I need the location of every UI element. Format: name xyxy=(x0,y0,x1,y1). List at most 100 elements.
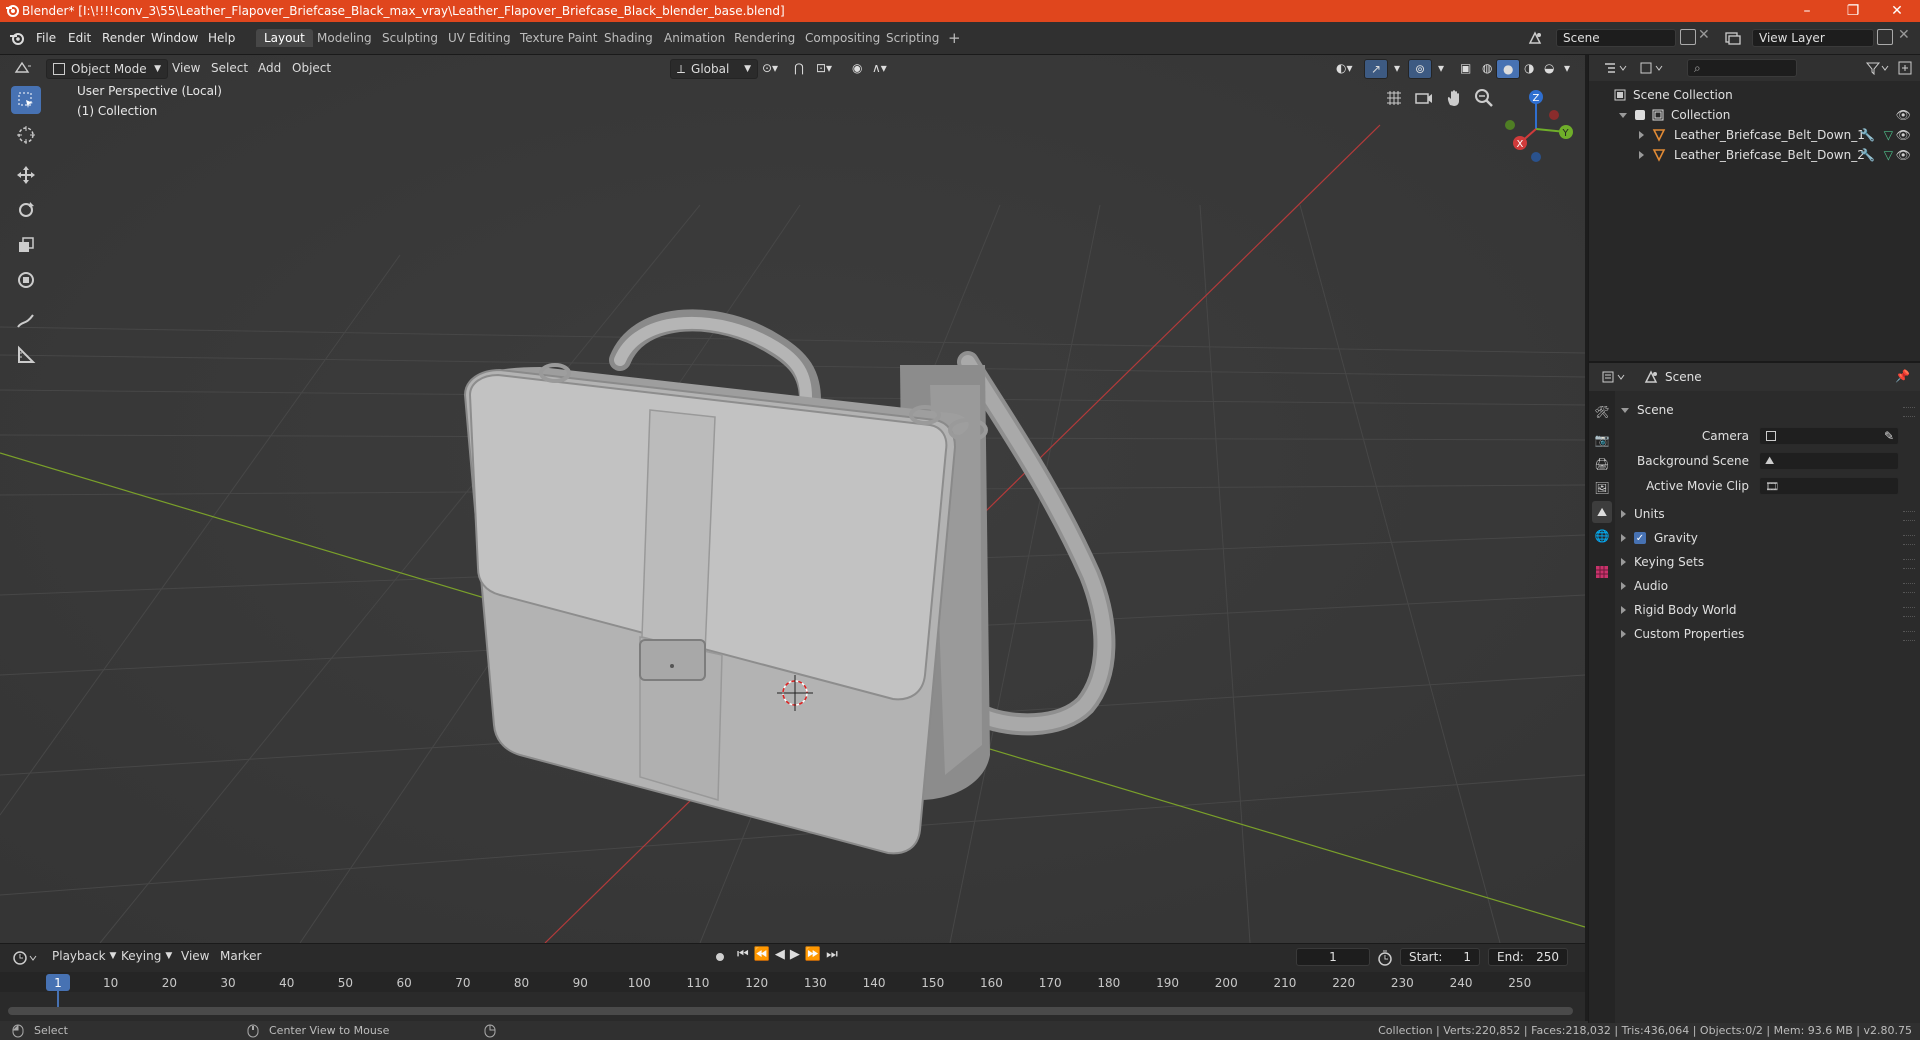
outliner-editor-icon[interactable] xyxy=(1603,61,1629,75)
scene-icon[interactable] xyxy=(1527,30,1543,46)
expand-arrow-icon[interactable] xyxy=(1621,606,1626,614)
current-frame-field[interactable]: 1 xyxy=(1296,948,1370,966)
tab-animation[interactable]: Animation xyxy=(656,29,733,47)
expand-arrow-icon[interactable] xyxy=(1639,131,1644,139)
delete-view-layer-icon[interactable]: ✕ xyxy=(1898,27,1910,43)
tab-uv-editing[interactable]: UV Editing xyxy=(440,29,519,47)
view-layer-tab-icon[interactable]: 🖼 xyxy=(1592,477,1612,499)
render-tab-icon[interactable]: 📷 xyxy=(1592,429,1612,451)
outliner-search-input[interactable]: ⌕ xyxy=(1687,59,1797,77)
toggle-grid-view-icon[interactable] xyxy=(1383,87,1405,109)
units-panel-header[interactable]: Units xyxy=(1621,507,1665,521)
mesh-data-icon[interactable]: ▽ xyxy=(1884,148,1893,162)
transform-tool[interactable] xyxy=(11,266,41,294)
scale-tool[interactable] xyxy=(11,231,41,259)
properties-editor-icon[interactable] xyxy=(1601,370,1627,384)
active-movie-clip-field[interactable]: 🎞 xyxy=(1759,477,1899,495)
new-scene-icon[interactable] xyxy=(1680,29,1696,45)
timeline-scrollbar[interactable] xyxy=(8,1007,1573,1015)
editor-type-icon[interactable] xyxy=(14,61,32,75)
eyedropper-icon[interactable]: ✎ xyxy=(1884,429,1894,443)
move-tool[interactable] xyxy=(11,161,41,189)
snap-target-icon[interactable]: ⊡▾ xyxy=(810,59,838,77)
timeline-menu-keying[interactable]: Keying ▼ xyxy=(115,947,178,965)
view-layer-icon[interactable] xyxy=(1724,30,1742,46)
solid-shading-icon[interactable]: ● xyxy=(1496,59,1521,79)
panel-grip-icon[interactable] xyxy=(1903,631,1915,641)
gizmo-dropdown-icon[interactable]: ▾ xyxy=(1388,59,1406,77)
playback-controls[interactable]: ⏮⏪◀▶⏩⏭ xyxy=(737,947,843,962)
camera-field[interactable]: ✎ xyxy=(1759,427,1899,445)
select-box-tool[interactable] xyxy=(11,86,41,114)
tab-compositing[interactable]: Compositing xyxy=(797,29,888,47)
viewport-menu-add[interactable]: Add xyxy=(252,59,287,77)
expand-arrow-icon[interactable] xyxy=(1621,630,1626,638)
measure-tool[interactable] xyxy=(11,341,41,369)
annotate-tool[interactable] xyxy=(11,307,41,335)
delete-scene-icon[interactable]: ✕ xyxy=(1698,27,1710,43)
tab-texture-paint[interactable]: Texture Paint xyxy=(512,29,605,47)
gizmo-toggle-icon[interactable]: ↗ xyxy=(1364,59,1389,79)
panel-grip-icon[interactable] xyxy=(1903,607,1915,617)
close-button[interactable]: ✕ xyxy=(1874,0,1920,22)
start-frame-field[interactable]: Start: 1 xyxy=(1400,948,1480,966)
output-tab-icon[interactable]: 🖨 xyxy=(1592,453,1612,475)
overlays-dropdown-icon[interactable]: ▾ xyxy=(1432,59,1450,77)
filter-icon[interactable] xyxy=(1865,61,1891,75)
menu-window[interactable]: Window xyxy=(145,29,204,47)
rotate-tool[interactable] xyxy=(11,196,41,224)
expand-arrow-icon[interactable] xyxy=(1621,582,1626,590)
timeline-menu-view[interactable]: View xyxy=(175,947,215,965)
menu-edit[interactable]: Edit xyxy=(62,29,97,47)
maximize-button[interactable]: ❐ xyxy=(1830,0,1876,22)
collapse-arrow-icon[interactable] xyxy=(1621,407,1629,413)
object-mode-dropdown[interactable]: Object Mode ▼ xyxy=(46,59,168,79)
cursor-tool[interactable] xyxy=(11,121,41,149)
tool-tab-icon[interactable]: 🛠 xyxy=(1592,401,1612,423)
mesh-data-icon[interactable]: ▽ xyxy=(1884,128,1893,142)
eye-icon[interactable]: 👁 xyxy=(1896,128,1911,142)
tab-sculpting[interactable]: Sculpting xyxy=(374,29,446,47)
world-tab-icon[interactable]: 🌐 xyxy=(1592,525,1612,547)
menu-help[interactable]: Help xyxy=(202,29,241,47)
collection-checkbox[interactable] xyxy=(1635,110,1645,120)
timeline-editor-icon[interactable] xyxy=(12,950,38,966)
timeline-menu-playback[interactable]: Playback ▼ xyxy=(46,947,122,965)
proportional-falloff-icon[interactable]: ∧▾ xyxy=(866,59,893,77)
panel-grip-icon[interactable] xyxy=(1903,535,1915,545)
snap-icon[interactable]: ⋂ xyxy=(788,59,810,77)
expand-arrow-icon[interactable] xyxy=(1639,151,1644,159)
keying-sets-panel-header[interactable]: Keying Sets xyxy=(1621,555,1704,569)
blender-menu-icon[interactable] xyxy=(8,30,26,46)
record-button[interactable] xyxy=(713,950,727,964)
transform-orientation-dropdown[interactable]: ⟂ Global ▼ xyxy=(670,59,758,79)
view-layer-field[interactable]: View Layer xyxy=(1752,29,1874,47)
viewport-menu-select[interactable]: Select xyxy=(205,59,254,77)
gravity-checkbox[interactable]: ✓ xyxy=(1634,532,1646,544)
panel-grip-icon[interactable] xyxy=(1903,407,1915,417)
expand-arrow-icon[interactable] xyxy=(1621,510,1626,518)
outliner-object-row[interactable]: Leather_Briefcase_Belt_Down_2 🔧 ▽ 👁 xyxy=(1589,145,1920,165)
3d-viewport[interactable]: Object Mode ▼ View Select Add Object ⟂ G… xyxy=(0,55,1585,943)
current-frame-badge[interactable]: 1 xyxy=(46,974,70,991)
visibility-icon[interactable]: ◐▾ xyxy=(1330,59,1359,77)
tab-modeling[interactable]: Modeling xyxy=(309,29,380,47)
eye-icon[interactable]: 👁 xyxy=(1896,148,1911,162)
audio-panel-header[interactable]: Audio xyxy=(1621,579,1668,593)
tab-scripting[interactable]: Scripting xyxy=(878,29,947,47)
navigation-gizmo[interactable]: Z Y X xyxy=(1500,85,1580,165)
outliner-collection[interactable]: Collection 👁 xyxy=(1589,105,1920,125)
panel-grip-icon[interactable] xyxy=(1903,511,1915,521)
panel-grip-icon[interactable] xyxy=(1903,559,1915,569)
menu-render[interactable]: Render xyxy=(96,29,151,47)
xray-icon[interactable]: ▣ xyxy=(1454,59,1477,77)
add-workspace-button[interactable]: + xyxy=(940,29,969,47)
tab-rendering[interactable]: Rendering xyxy=(726,29,803,47)
custom-properties-panel-header[interactable]: Custom Properties xyxy=(1621,627,1744,641)
tab-shading[interactable]: Shading xyxy=(596,29,661,47)
zoom-icon[interactable] xyxy=(1473,87,1495,109)
expand-arrow-icon[interactable] xyxy=(1619,112,1627,118)
pivot-point-icon[interactable]: ⊙▾ xyxy=(756,59,784,77)
modifier-wrench-icon[interactable]: 🔧 xyxy=(1860,128,1875,142)
scene-panel-header[interactable]: Scene xyxy=(1621,403,1674,417)
